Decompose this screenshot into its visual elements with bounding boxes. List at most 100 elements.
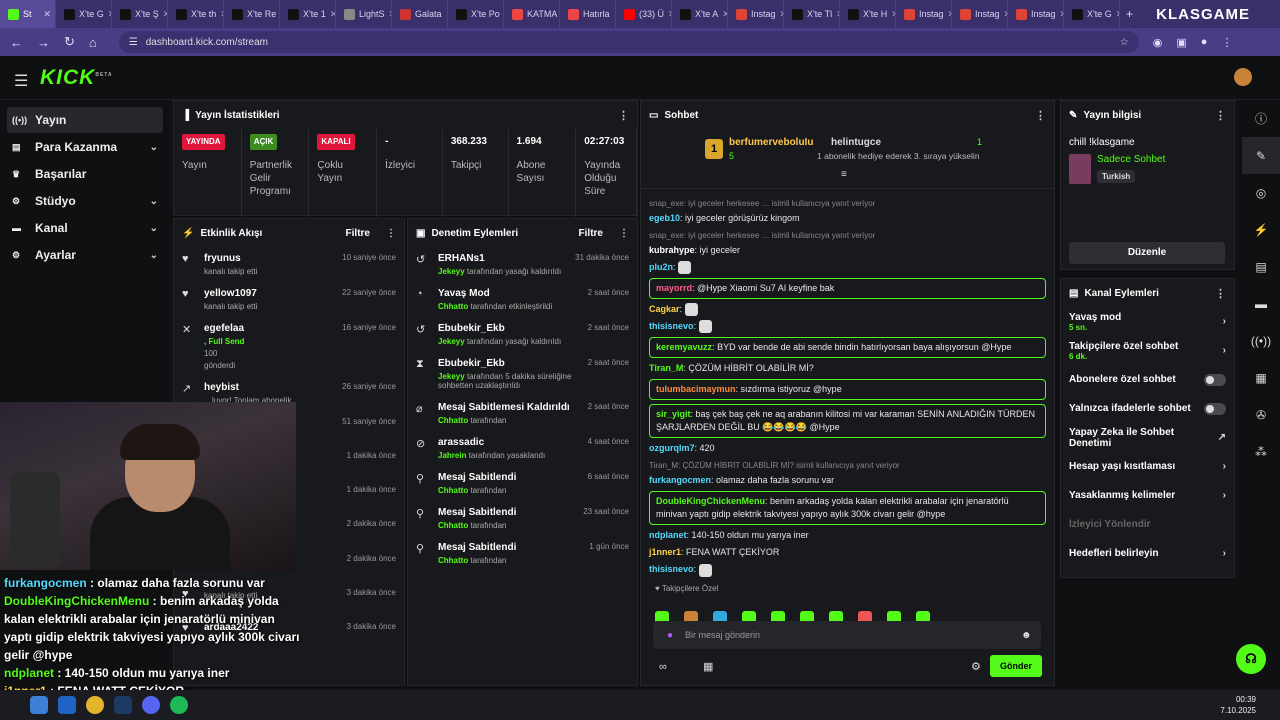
browser-tab[interactable]: X'te 1✕ bbox=[280, 0, 336, 28]
site-info-icon[interactable]: ☰ bbox=[129, 37, 138, 48]
activity-user[interactable]: yellow1097 bbox=[204, 288, 334, 299]
toggle-switch[interactable] bbox=[1204, 402, 1226, 415]
channel-action-row[interactable]: Yavaş mod 5 sn. › bbox=[1061, 307, 1234, 336]
moderation-target[interactable]: Mesaj Sabitlendi bbox=[438, 472, 580, 483]
channel-action-row[interactable]: Yalnızca ifadelerle sohbet bbox=[1061, 394, 1234, 423]
tab-close-icon[interactable]: ✕ bbox=[43, 9, 51, 20]
browser-tab[interactable]: X'te H✕ bbox=[840, 0, 896, 28]
sidebar-item-3[interactable]: ⚙ Stüdyo ⌄ bbox=[7, 188, 163, 214]
info-icon[interactable]: ⓘ bbox=[1242, 100, 1280, 137]
menu-dots-icon[interactable]: ⋮ bbox=[1221, 36, 1232, 49]
browser-tab[interactable]: X'te G✕ bbox=[56, 0, 112, 28]
chat-username[interactable]: egeb10 bbox=[649, 213, 680, 223]
chevron-right-icon[interactable]: › bbox=[1223, 548, 1226, 559]
moderator-name[interactable]: Jekeyy bbox=[438, 337, 465, 346]
channel-actions-menu-icon[interactable]: ⋮ bbox=[1215, 287, 1226, 300]
chat-input[interactable]: Bir mesaj gönderin bbox=[653, 621, 1041, 649]
browser-tab[interactable]: X'te Po✕ bbox=[448, 0, 504, 28]
chrome-icon[interactable] bbox=[86, 696, 104, 714]
browser-tab[interactable]: X'te A✕ bbox=[672, 0, 728, 28]
channel-action-row[interactable]: Takipçilere özel sohbet 6 dk. › bbox=[1061, 336, 1234, 365]
browser-tab[interactable]: X'te G✕ bbox=[1064, 0, 1120, 28]
support-icon[interactable]: ☊ bbox=[1236, 644, 1266, 674]
chat-username[interactable]: j1nner1 bbox=[649, 547, 681, 557]
chat-username[interactable]: DoubleKingChickenMenu bbox=[656, 496, 765, 506]
channel-action-row[interactable]: Yasaklanmış kelimeler › bbox=[1061, 481, 1234, 510]
chat-menu-icon[interactable]: ⋮ bbox=[1035, 109, 1046, 122]
moderator-name[interactable]: Jahrein bbox=[438, 451, 466, 460]
chat-username[interactable]: keremyavuzz bbox=[656, 342, 712, 352]
tool-icon[interactable]: ✇ bbox=[1242, 396, 1280, 433]
chat-username[interactable]: ndplanet bbox=[649, 530, 687, 540]
moderator-name[interactable]: Chhatto bbox=[438, 486, 468, 495]
new-tab-icon[interactable]: + bbox=[1126, 7, 1133, 21]
clipboard-icon[interactable]: ▤ bbox=[1242, 248, 1280, 285]
activity-menu-icon[interactable]: ⋮ bbox=[386, 228, 396, 239]
kick-logo[interactable]: KICKBETA bbox=[40, 66, 113, 90]
external-link-icon[interactable]: ↗ bbox=[1218, 432, 1226, 443]
moderation-target[interactable]: Yavaş Mod bbox=[438, 288, 580, 299]
chat-username[interactable]: tulumbacimaymun bbox=[656, 384, 736, 394]
moderator-name[interactable]: Jekeyy bbox=[438, 267, 465, 276]
chevron-down-icon[interactable]: ⌄ bbox=[150, 223, 158, 234]
browser-tab[interactable]: Instag✕ bbox=[728, 0, 784, 28]
pinned-other[interactable]: helintugce bbox=[831, 137, 881, 148]
moderation-target[interactable]: Mesaj Sabitlendi bbox=[438, 542, 581, 553]
profile-icon[interactable]: ● bbox=[1201, 36, 1208, 48]
toggle-switch[interactable] bbox=[1204, 373, 1226, 386]
taskbar-clock[interactable]: 00:39 7.10.2025 bbox=[1220, 694, 1256, 716]
chevron-down-icon[interactable]: ⌄ bbox=[150, 250, 158, 261]
chat-username[interactable]: thisisnevo bbox=[649, 564, 694, 574]
browser-tab[interactable]: St ✕ bbox=[0, 0, 56, 28]
chat-username[interactable]: kubrahype bbox=[649, 245, 695, 255]
browser-tab[interactable]: (33) Ü✕ bbox=[616, 0, 672, 28]
moderation-target[interactable]: Mesaj Sabitlemesi Kaldırıldı bbox=[438, 402, 580, 413]
chat-username[interactable]: plu2n bbox=[649, 262, 673, 272]
moderator-name[interactable]: Chhatto bbox=[438, 521, 468, 530]
browser-tab[interactable]: Instag✕ bbox=[1008, 0, 1064, 28]
store-icon[interactable]: ▦ bbox=[703, 660, 713, 673]
chevron-right-icon[interactable]: › bbox=[1223, 490, 1226, 501]
moderator-name[interactable]: Chhatto bbox=[438, 556, 468, 565]
emoji-icon[interactable]: ☻ bbox=[1021, 630, 1032, 641]
avatar[interactable] bbox=[1234, 68, 1252, 86]
chat-username[interactable]: Tiran_M bbox=[649, 363, 683, 373]
community-icon[interactable]: ∞ bbox=[659, 661, 667, 673]
sidebar-item-5[interactable]: ⚙ Ayarlar ⌄ bbox=[7, 242, 163, 268]
info-menu-icon[interactable]: ⋮ bbox=[1215, 109, 1226, 122]
lightning-icon[interactable]: ⚡ bbox=[1242, 211, 1280, 248]
browser-tab[interactable]: KATMA✕ bbox=[504, 0, 560, 28]
moderation-target[interactable]: Ebubekir_Ekb bbox=[438, 323, 580, 334]
moderator-name[interactable]: Chhatto bbox=[438, 302, 468, 311]
browser-tab[interactable]: Instag✕ bbox=[952, 0, 1008, 28]
moderation-target[interactable]: Ebubekir_Ekb bbox=[438, 358, 580, 369]
chat-username[interactable]: thisisnevo bbox=[649, 321, 694, 331]
chat-username[interactable]: furkangocmen bbox=[649, 475, 711, 485]
spotify-icon[interactable] bbox=[170, 696, 188, 714]
sidebar-item-0[interactable]: ((•)) Yayın bbox=[7, 107, 163, 133]
activity-user[interactable]: heybist bbox=[204, 382, 334, 393]
edit-button[interactable]: Düzenle bbox=[1069, 242, 1225, 264]
category-link[interactable]: Sadece Sohbet bbox=[1097, 154, 1165, 165]
pinned-user[interactable]: berfumerveboluIu bbox=[729, 137, 813, 148]
sidebar-item-4[interactable]: ▬ Kanal ⌄ bbox=[7, 215, 163, 241]
stats-menu-icon[interactable]: ⋮ bbox=[618, 109, 629, 122]
moderation-target[interactable]: arassadic bbox=[438, 437, 580, 448]
outlook-icon[interactable] bbox=[58, 696, 76, 714]
moderation-filter-button[interactable]: Filtre bbox=[579, 228, 603, 239]
discord-icon[interactable] bbox=[142, 696, 160, 714]
extension-icon[interactable]: ◉ bbox=[1153, 36, 1163, 49]
broadcast-icon[interactable]: ((•)) bbox=[1242, 322, 1280, 359]
browser-tab[interactable]: LightS✕ bbox=[336, 0, 392, 28]
url-input[interactable]: ☰ dashboard.kick.com/stream ☆ bbox=[118, 31, 1139, 53]
activity-user[interactable]: egefelaa bbox=[204, 323, 334, 334]
browser-tab[interactable]: Instag✕ bbox=[896, 0, 952, 28]
tab-close-icon[interactable]: ✕ bbox=[1116, 9, 1119, 20]
send-button[interactable]: Gönder bbox=[990, 655, 1042, 677]
collapse-icon[interactable]: ≡ bbox=[841, 169, 847, 180]
chevron-down-icon[interactable]: ⌄ bbox=[150, 196, 158, 207]
taskbar-app-icon[interactable] bbox=[30, 696, 48, 714]
back-icon[interactable]: ← bbox=[10, 35, 23, 50]
sidebar-item-1[interactable]: ▤ Para Kazanma ⌄ bbox=[7, 134, 163, 160]
activity-user[interactable]: fryunus bbox=[204, 253, 334, 264]
